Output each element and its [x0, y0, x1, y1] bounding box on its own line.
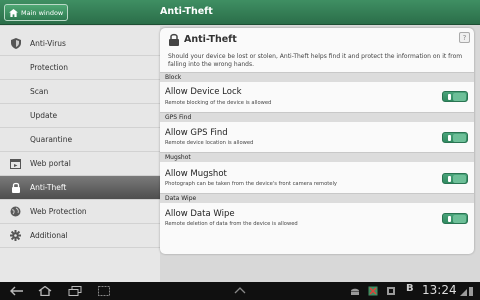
allow-mugshot-subtitle: Photograph can be taken from the device'…	[165, 181, 337, 187]
sidebar-item-label: Anti-Theft	[30, 183, 67, 192]
storage-icon	[387, 287, 395, 295]
sidebar-item-web-portal[interactable]: Web portal	[0, 152, 160, 176]
lock-icon	[10, 182, 21, 193]
clock: 13:24	[422, 283, 457, 297]
web-portal-icon	[10, 158, 21, 169]
lock-icon	[169, 33, 179, 46]
home-nav-icon[interactable]	[38, 286, 52, 296]
allow-gps-find-subtitle: Remote device location is allowed	[165, 140, 254, 146]
sidebar-item-label: Web portal	[30, 159, 71, 168]
bluetooth-icon: B	[406, 283, 414, 294]
anti-theft-panel: Anti-Theft ? Should your device be lost …	[160, 28, 474, 254]
allow-gps-find-title: Allow GPS Find	[165, 128, 228, 138]
page-title: Anti-Theft	[160, 6, 213, 17]
gear-icon	[10, 230, 21, 241]
allow-mugshot-toggle[interactable]	[442, 173, 468, 184]
sidebar-item-label: Update	[30, 111, 58, 120]
allow-data-wipe-subtitle: Remote deletion of data from the device …	[165, 221, 298, 227]
sidebar-item-label: Scan	[30, 87, 49, 96]
sidebar-item-anti-theft[interactable]: Anti-Theft	[0, 176, 168, 200]
section-header-gps-find: GPS Find	[160, 112, 474, 122]
allow-mugshot-title: Allow Mugshot	[165, 169, 227, 179]
allow-gps-find-toggle[interactable]	[442, 132, 468, 143]
sidebar: Anti-Virus Protection Scan Update Quaran…	[0, 26, 168, 282]
main-window-label: Main window	[21, 8, 64, 17]
sidebar-item-label: Protection	[30, 63, 68, 72]
globe-icon	[10, 206, 21, 217]
allow-device-lock-title: Allow Device Lock	[165, 87, 242, 97]
android-icon	[351, 288, 359, 295]
sidebar-item-update[interactable]: Update	[0, 104, 160, 128]
sidebar-item-protection[interactable]: Protection	[0, 56, 160, 80]
menu-up-icon[interactable]	[234, 286, 246, 294]
sidebar-item-label: Quarantine	[30, 135, 73, 144]
sidebar-item-label: Additional	[30, 231, 68, 240]
allow-device-lock-subtitle: Remote blocking of the device is allowed	[165, 100, 272, 106]
section-header-mugshot: Mugshot	[160, 152, 474, 162]
sidebar-item-label: Anti-Virus	[30, 39, 66, 48]
sidebar-item-additional[interactable]: Additional	[0, 224, 160, 248]
sidebar-item-quarantine[interactable]: Quarantine	[0, 128, 160, 152]
sidebar-item-label: Web Protection	[30, 207, 87, 216]
back-icon[interactable]	[10, 286, 24, 296]
shield-icon	[10, 38, 21, 49]
system-bar: B 13:24	[0, 282, 480, 300]
panel-description: Should your device be lost or stolen, An…	[168, 53, 463, 68]
help-button[interactable]: ?	[459, 32, 470, 43]
home-icon	[9, 8, 18, 17]
kaspersky-notification-icon	[368, 286, 378, 296]
screenshot-icon[interactable]	[98, 286, 110, 296]
sidebar-item-anti-virus[interactable]: Anti-Virus	[0, 32, 160, 56]
section-header-block: Block	[160, 72, 474, 82]
panel-title: Anti-Theft	[184, 34, 237, 45]
top-bar: Main window Anti-Theft	[0, 0, 480, 25]
allow-data-wipe-toggle[interactable]	[442, 213, 468, 224]
sidebar-item-web-protection[interactable]: Web Protection	[0, 200, 160, 224]
recent-apps-icon[interactable]	[68, 286, 82, 296]
main-window-button[interactable]: Main window	[4, 4, 68, 21]
sidebar-item-scan[interactable]: Scan	[0, 80, 160, 104]
section-header-data-wipe: Data Wipe	[160, 193, 474, 203]
allow-device-lock-toggle[interactable]	[442, 91, 468, 102]
allow-data-wipe-title: Allow Data Wipe	[165, 209, 235, 219]
signal-battery-icon	[460, 287, 473, 296]
